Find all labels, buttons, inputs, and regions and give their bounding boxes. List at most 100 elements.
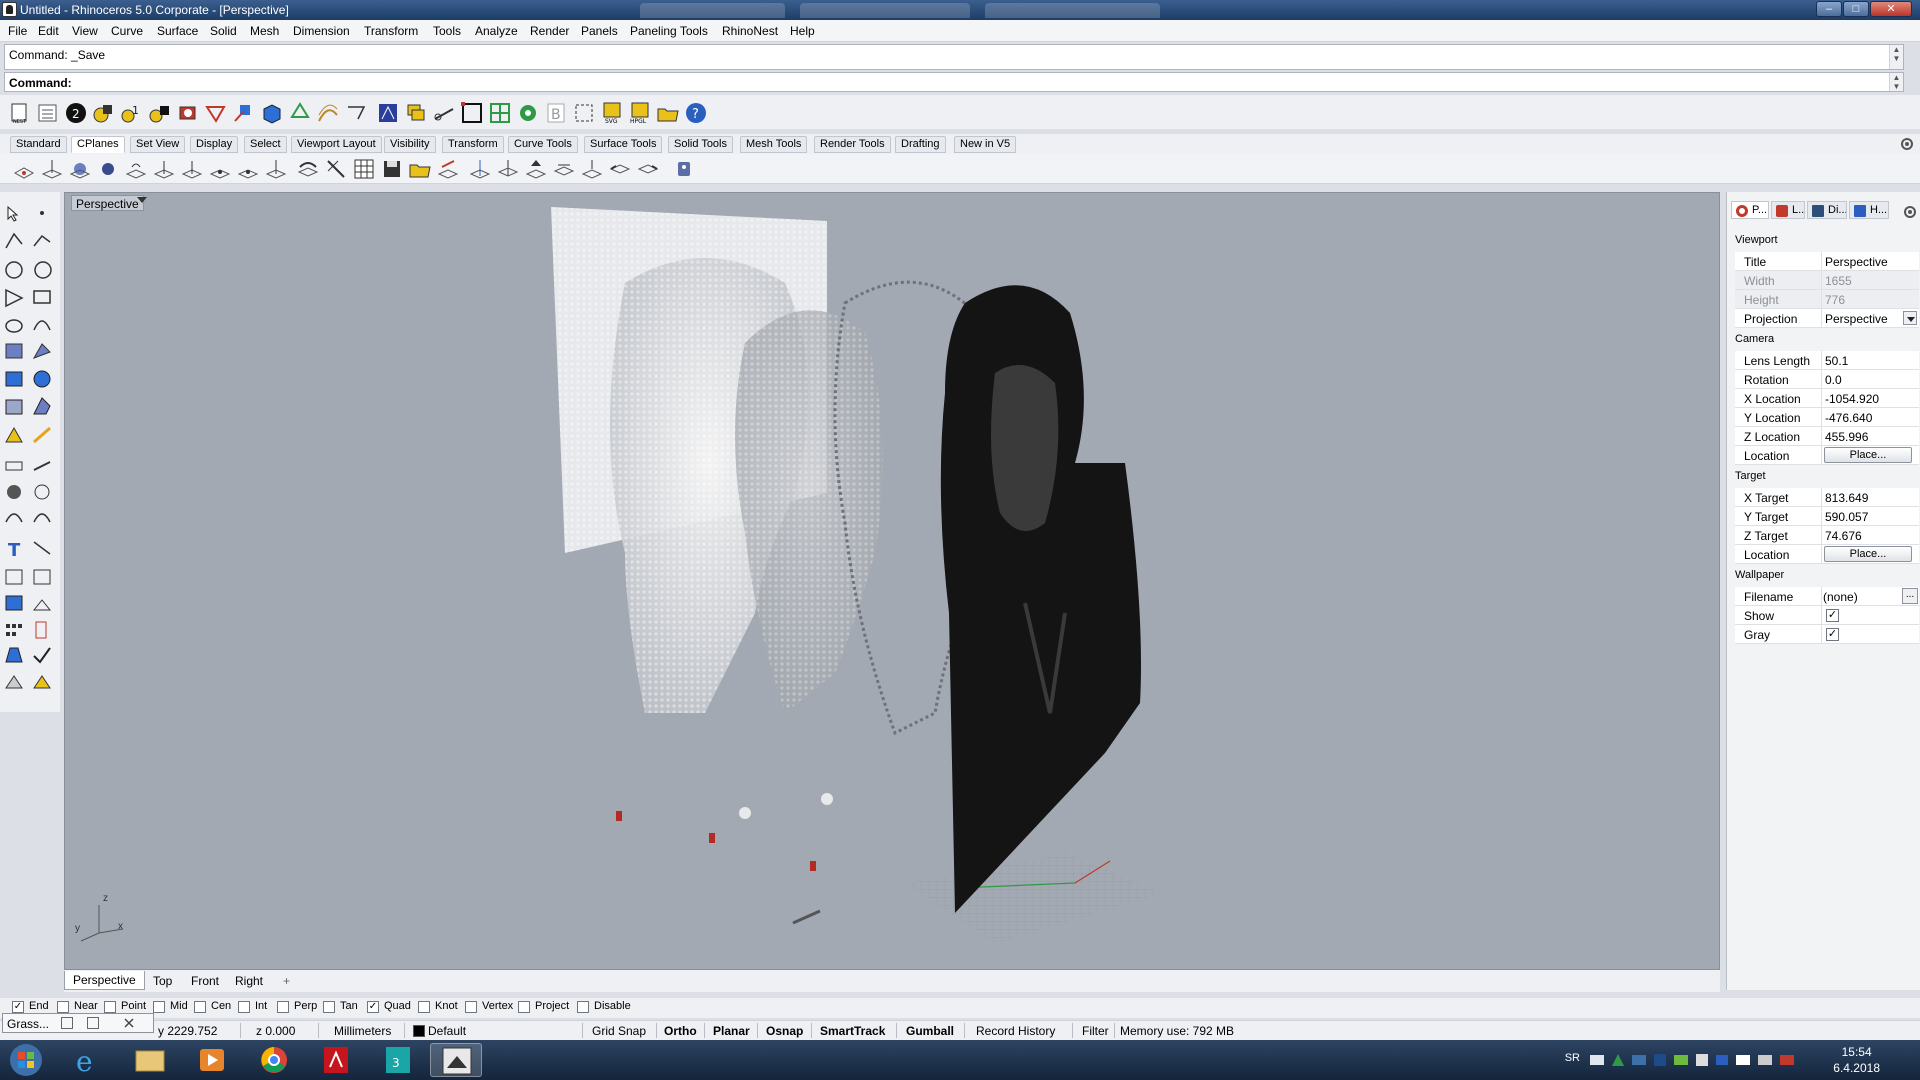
background-window-tab[interactable]: [985, 3, 1160, 18]
osnap-project-checkbox[interactable]: [518, 1001, 530, 1013]
viewport-scene[interactable]: [65, 193, 1720, 970]
export-hpgl-icon[interactable]: HPGL: [628, 101, 652, 125]
maximize-button[interactable]: □: [1843, 1, 1869, 17]
osnap-mid-checkbox[interactable]: [153, 1001, 165, 1013]
measure-icon[interactable]: [432, 101, 456, 125]
save-cplane-icon[interactable]: [380, 157, 404, 181]
panel-tab-properties[interactable]: P...: [1731, 201, 1769, 219]
osnap-tan-checkbox[interactable]: [323, 1001, 335, 1013]
x-location-value[interactable]: -1054.920: [1825, 392, 1879, 406]
cplane-object-icon[interactable]: [68, 157, 92, 181]
y-location-value[interactable]: -476.640: [1825, 411, 1872, 425]
menu-panels[interactable]: Panels: [581, 24, 618, 38]
list-icon[interactable]: [36, 101, 60, 125]
tab-visibility[interactable]: Visibility: [384, 136, 436, 153]
restore-cplane-icon[interactable]: [408, 157, 432, 181]
menu-file[interactable]: File: [8, 24, 27, 38]
system-clock[interactable]: 15:54 6.4.2018: [1833, 1044, 1880, 1076]
row-lens-length[interactable]: Lens Length 50.1: [1735, 351, 1919, 370]
z-target-value[interactable]: 74.676: [1825, 529, 1862, 543]
osnap-end[interactable]: ✓ End: [12, 1000, 49, 1013]
tab-standard[interactable]: Standard: [10, 136, 67, 153]
z-location-value[interactable]: 455.996: [1825, 430, 1868, 444]
marker-2[interactable]: [709, 833, 715, 843]
panel-tab-help[interactable]: H...: [1849, 201, 1889, 219]
arrange-icon[interactable]: [232, 101, 256, 125]
grid-snap-toggle[interactable]: Grid Snap: [592, 1024, 646, 1038]
selection-frame-icon[interactable]: [572, 101, 596, 125]
row-rotation[interactable]: Rotation 0.0: [1735, 370, 1919, 389]
cplane-left-icon[interactable]: [608, 157, 632, 181]
nest-shapes-icon[interactable]: [92, 101, 116, 125]
nest-objects-icon[interactable]: [148, 101, 172, 125]
row-z-location[interactable]: Z Location 455.996: [1735, 427, 1919, 446]
osnap-cen-checkbox[interactable]: [194, 1001, 206, 1013]
system-tray-icons[interactable]: [1590, 1052, 1860, 1068]
menu-rhinonest[interactable]: RhinoNest: [722, 24, 778, 38]
row-x-target[interactable]: X Target 813.649: [1735, 488, 1919, 507]
cplane-mirror-icon[interactable]: [552, 157, 576, 181]
perspective-viewport[interactable]: Perspective z y x: [64, 192, 1720, 970]
taskbar-internet-explorer[interactable]: e: [62, 1043, 114, 1078]
nest-settings-icon[interactable]: [376, 101, 400, 125]
cplane-world-top-icon[interactable]: [208, 157, 232, 181]
row-filename[interactable]: Filename (none)...: [1735, 587, 1919, 606]
taskbar-chrome[interactable]: [248, 1043, 300, 1077]
osnap-vertex-checkbox[interactable]: [465, 1001, 477, 1013]
viewport-tab-perspective[interactable]: Perspective: [64, 971, 145, 990]
minimize-button[interactable]: –: [1816, 1, 1842, 17]
help-icon[interactable]: ?: [684, 101, 708, 125]
osnap-int[interactable]: Int: [238, 1000, 267, 1013]
cplane-elevation-icon[interactable]: [40, 157, 64, 181]
osnap-cen[interactable]: Cen: [194, 1000, 231, 1013]
menu-view[interactable]: View: [72, 24, 98, 38]
projection-select[interactable]: Perspective: [1825, 312, 1888, 326]
osnap-knot-checkbox[interactable]: [418, 1001, 430, 1013]
wallpaper-gray-checkbox[interactable]: ✓: [1826, 628, 1839, 641]
cplane-world-front-icon[interactable]: [236, 157, 260, 181]
bold-b-icon[interactable]: B: [544, 101, 568, 125]
cplane-3point-icon[interactable]: [152, 157, 176, 181]
row-show[interactable]: Show ✓: [1735, 606, 1919, 625]
projection-dropdown-icon[interactable]: [1903, 311, 1917, 325]
recycle-icon[interactable]: [288, 101, 312, 125]
row-title[interactable]: Title Perspective: [1735, 252, 1919, 271]
menu-curve[interactable]: Curve: [111, 24, 143, 38]
filter-toggle[interactable]: Filter: [1082, 1024, 1109, 1038]
taskbar-acrobat[interactable]: [310, 1043, 362, 1077]
command-history-scrollbar[interactable]: ▲ ▼: [1889, 45, 1903, 69]
menu-render[interactable]: Render: [530, 24, 569, 38]
command-line[interactable]: Command: ▲ ▼: [4, 72, 1904, 92]
cplane-through-icon[interactable]: [496, 157, 520, 181]
cplane-right-icon[interactable]: [636, 157, 660, 181]
marker-3[interactable]: [810, 861, 816, 871]
remove-nest-icon[interactable]: [176, 101, 200, 125]
row-z-target[interactable]: Z Target 74.676: [1735, 526, 1919, 545]
cplane-view-icon[interactable]: [180, 157, 204, 181]
nest-arrow-icon[interactable]: [204, 101, 228, 125]
grid-icon[interactable]: [488, 101, 512, 125]
osnap-int-checkbox[interactable]: [238, 1001, 250, 1013]
units-display[interactable]: Millimeters: [334, 1024, 391, 1038]
tab-cplanes[interactable]: CPlanes: [71, 136, 125, 153]
close-button[interactable]: ✕: [1870, 1, 1912, 17]
input-language[interactable]: SR: [1565, 1052, 1580, 1064]
nest-sheet-icon[interactable]: 1: [120, 101, 144, 125]
taskbar-rhino[interactable]: [430, 1043, 482, 1077]
cplane-sphere-icon[interactable]: [96, 157, 120, 181]
panel-gear-icon[interactable]: [1903, 205, 1917, 219]
taskbar-3ds-max[interactable]: 3: [372, 1043, 424, 1077]
open-folder-icon[interactable]: [656, 101, 680, 125]
ortho-toggle[interactable]: Ortho: [664, 1024, 697, 1038]
tab-drafting[interactable]: Drafting: [895, 136, 946, 153]
tab-new-in-v5[interactable]: New in V5: [954, 136, 1017, 153]
toolbar-gear-icon[interactable]: [1900, 137, 1914, 151]
osnap-quad-checkbox[interactable]: ✓: [367, 1001, 379, 1013]
row-y-location[interactable]: Y Location -476.640: [1735, 408, 1919, 427]
tab-curve-tools[interactable]: Curve Tools: [508, 136, 578, 153]
osnap-point[interactable]: Point: [104, 1000, 146, 1013]
cplane-curve-icon[interactable]: [124, 157, 148, 181]
panel-tab-display[interactable]: Di...: [1807, 201, 1847, 219]
cplane-rotate-icon[interactable]: [436, 157, 460, 181]
row-x-location[interactable]: X Location -1054.920: [1735, 389, 1919, 408]
